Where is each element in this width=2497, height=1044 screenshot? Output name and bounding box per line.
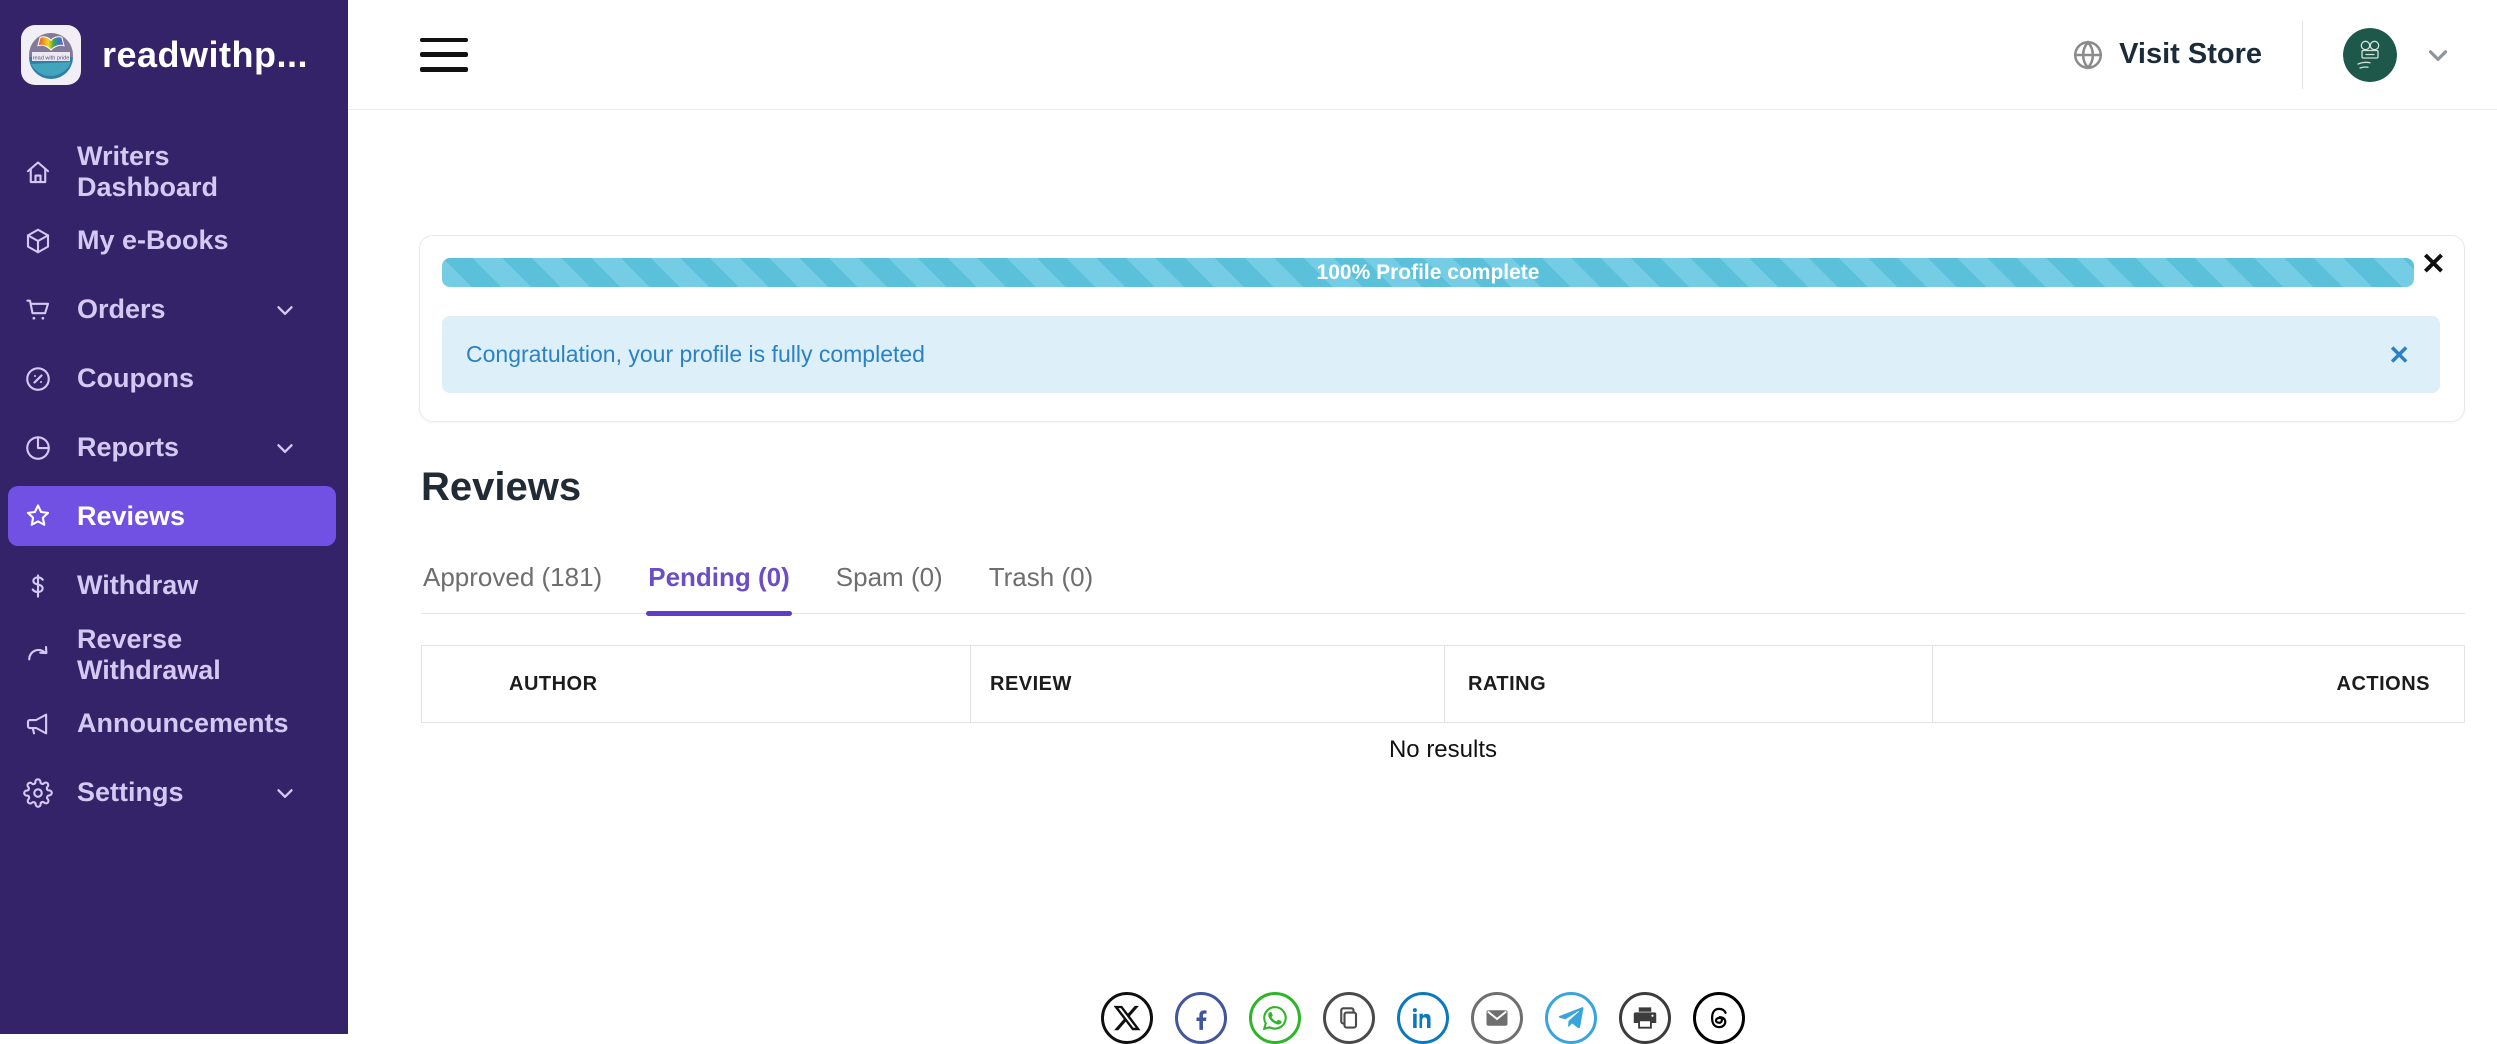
whatsapp-icon	[1260, 1003, 1290, 1033]
store-logo-row[interactable]: read with pride readwithp...	[0, 0, 348, 86]
page-title: Reviews	[421, 465, 581, 510]
share-email-button[interactable]	[1471, 992, 1523, 1044]
star-icon	[23, 501, 53, 531]
copy-icon	[1334, 1003, 1364, 1033]
sidebar-item-my-e-books[interactable]: My e-Books	[0, 206, 348, 275]
x-twitter-icon	[1112, 1003, 1142, 1033]
chevron-down-icon	[272, 435, 298, 461]
reviews-table: AUTHORREVIEWRATINGACTIONS No results	[421, 645, 2465, 764]
sidebar-item-label: My e-Books	[77, 225, 229, 256]
sidebar: read with pride readwithp... Writers Das…	[0, 0, 348, 1034]
share-buttons-row	[348, 992, 2497, 1044]
close-icon[interactable]: ✕	[2421, 250, 2446, 280]
home-icon	[23, 157, 53, 187]
visit-store-label: Visit Store	[2119, 38, 2262, 71]
table-header-row: AUTHORREVIEWRATINGACTIONS	[421, 645, 2465, 723]
sidebar-item-label: Writers Dashboard	[77, 141, 298, 203]
column-header-review: REVIEW	[971, 646, 1445, 722]
visit-store-button[interactable]: Visit Store	[2071, 38, 2262, 72]
share-x-twitter-button[interactable]	[1101, 992, 1153, 1044]
sidebar-item-orders[interactable]: Orders	[0, 275, 348, 344]
profile-complete-alert: Congratulation, your profile is fully co…	[442, 316, 2440, 393]
store-name: readwithp...	[102, 34, 308, 76]
email-icon	[1482, 1003, 1512, 1033]
alert-close-icon[interactable]: ✕	[2388, 342, 2410, 368]
pie-icon	[23, 433, 53, 463]
chevron-down-icon	[272, 780, 298, 806]
share-threads-button[interactable]	[1693, 992, 1745, 1044]
sidebar-item-label: Announcements	[77, 708, 289, 739]
main-content: 100% Profile complete ✕ Congratulation, …	[348, 110, 2497, 1034]
sidebar-item-writers-dashboard[interactable]: Writers Dashboard	[0, 137, 348, 206]
sidebar-item-label: Coupons	[77, 363, 194, 394]
share-print-button[interactable]	[1619, 992, 1671, 1044]
share-whatsapp-button[interactable]	[1249, 992, 1301, 1044]
tab-pending[interactable]: Pending (0)	[646, 562, 792, 613]
sidebar-item-label: Reports	[77, 432, 179, 463]
share-facebook-button[interactable]	[1175, 992, 1227, 1044]
dollar-icon	[23, 571, 53, 601]
sidebar-nav: Writers Dashboard My e-Books Orders Coupons…	[0, 137, 348, 827]
linkedin-icon	[1408, 1003, 1438, 1033]
globe-icon	[2071, 38, 2105, 72]
chevron-down-icon	[272, 297, 298, 323]
cube-icon	[23, 226, 53, 256]
sidebar-item-label: Reverse Withdrawal	[77, 624, 298, 686]
sidebar-item-label: Settings	[77, 777, 184, 808]
table-empty-message: No results	[421, 723, 2465, 764]
sidebar-item-announcements[interactable]: Announcements	[0, 689, 348, 758]
print-icon	[1630, 1003, 1660, 1033]
sidebar-item-withdraw[interactable]: Withdraw	[0, 551, 348, 620]
alert-text: Congratulation, your profile is fully co…	[466, 341, 925, 368]
logo-caption: read with pride	[33, 56, 70, 62]
sidebar-item-label: Orders	[77, 294, 166, 325]
redo-icon	[23, 640, 53, 670]
reviews-tabs: Approved (181) Pending (0) Spam (0) Trash (…	[421, 562, 2465, 614]
column-header-author: AUTHOR	[422, 646, 971, 722]
share-copy-button[interactable]	[1323, 992, 1375, 1044]
column-header-actions: ACTIONS	[1933, 646, 2464, 722]
share-linkedin-button[interactable]	[1397, 992, 1449, 1044]
sidebar-item-reports[interactable]: Reports	[0, 413, 348, 482]
share-telegram-button[interactable]	[1545, 992, 1597, 1044]
sidebar-item-label: Withdraw	[77, 570, 198, 601]
tab-trash[interactable]: Trash (0)	[987, 562, 1096, 613]
megaphone-icon	[23, 709, 53, 739]
profile-progress-bar: 100% Profile complete	[442, 258, 2414, 287]
facebook-icon	[1186, 1003, 1216, 1033]
cart-icon	[23, 295, 53, 325]
column-header-rating: RATING	[1445, 646, 1933, 722]
hamburger-menu-icon[interactable]	[420, 38, 468, 72]
telegram-icon	[1556, 1003, 1586, 1033]
top-header: Visit Store	[348, 0, 2497, 110]
sidebar-item-reviews[interactable]: Reviews	[8, 486, 336, 546]
sidebar-item-label: Reviews	[77, 501, 185, 532]
percent-icon	[23, 364, 53, 394]
profile-progress-card: 100% Profile complete ✕ Congratulation, …	[419, 235, 2465, 422]
header-divider	[2302, 21, 2303, 89]
threads-icon	[1704, 1003, 1734, 1033]
progress-label: 100% Profile complete	[1317, 261, 1540, 285]
sidebar-item-settings[interactable]: Settings	[0, 758, 348, 827]
tab-spam[interactable]: Spam (0)	[834, 562, 945, 613]
avatar[interactable]	[2343, 28, 2397, 82]
account-chevron-down-icon[interactable]	[2423, 40, 2453, 70]
sidebar-item-coupons[interactable]: Coupons	[0, 344, 348, 413]
tab-approved[interactable]: Approved (181)	[421, 562, 604, 613]
gear-icon	[23, 778, 53, 808]
sidebar-item-reverse-withdrawal[interactable]: Reverse Withdrawal	[0, 620, 348, 689]
store-logo-icon: read with pride	[20, 24, 82, 86]
